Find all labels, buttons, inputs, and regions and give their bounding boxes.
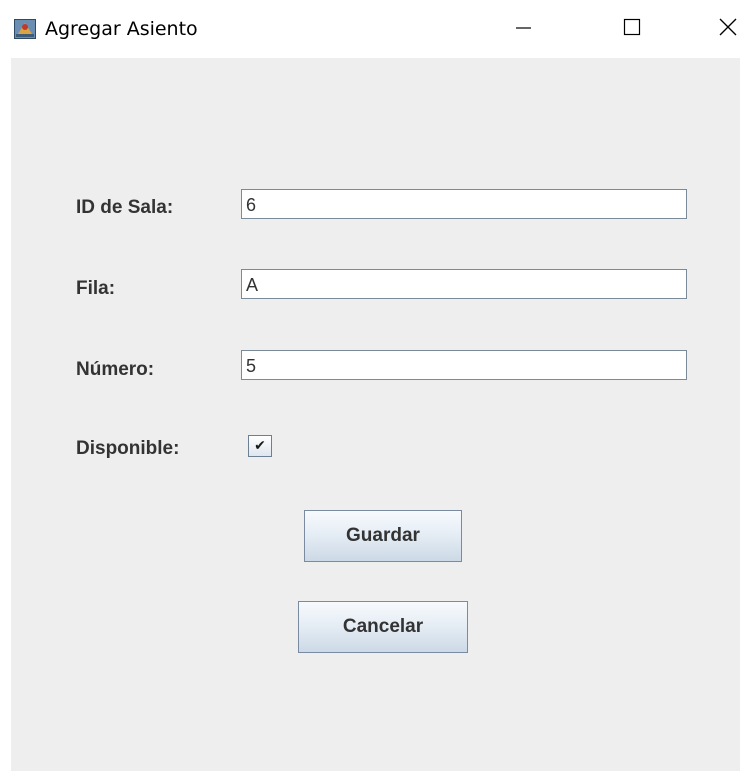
close-button[interactable]	[700, 0, 742, 58]
sala-id-input[interactable]: 6	[241, 189, 687, 219]
check-mark-icon: ✔	[254, 438, 266, 454]
minimize-button[interactable]	[495, 0, 551, 58]
java-app-icon	[14, 19, 36, 39]
save-button[interactable]: Guardar	[304, 510, 462, 562]
minimize-icon	[514, 18, 532, 41]
maximize-icon	[622, 17, 642, 42]
form-panel: ID de Sala: 6 Fila: A Número: 5 Disponib…	[11, 58, 740, 771]
dialog-window: Agregar Asiento ID de Sala: 6 Fila: A Nú…	[0, 0, 742, 771]
window-title: Agregar Asiento	[45, 18, 198, 40]
disponible-label: Disponible:	[76, 438, 180, 459]
maximize-button[interactable]	[604, 0, 660, 58]
sala-label: ID de Sala:	[76, 197, 174, 218]
cancel-button[interactable]: Cancelar	[298, 601, 468, 653]
fila-input[interactable]: A	[241, 269, 687, 299]
title-bar[interactable]: Agregar Asiento	[0, 0, 742, 58]
fila-label: Fila:	[76, 278, 116, 299]
numero-label: Número:	[76, 359, 155, 380]
close-icon	[718, 17, 738, 42]
disponible-checkbox[interactable]: ✔	[248, 435, 272, 457]
numero-input[interactable]: 5	[241, 350, 687, 380]
